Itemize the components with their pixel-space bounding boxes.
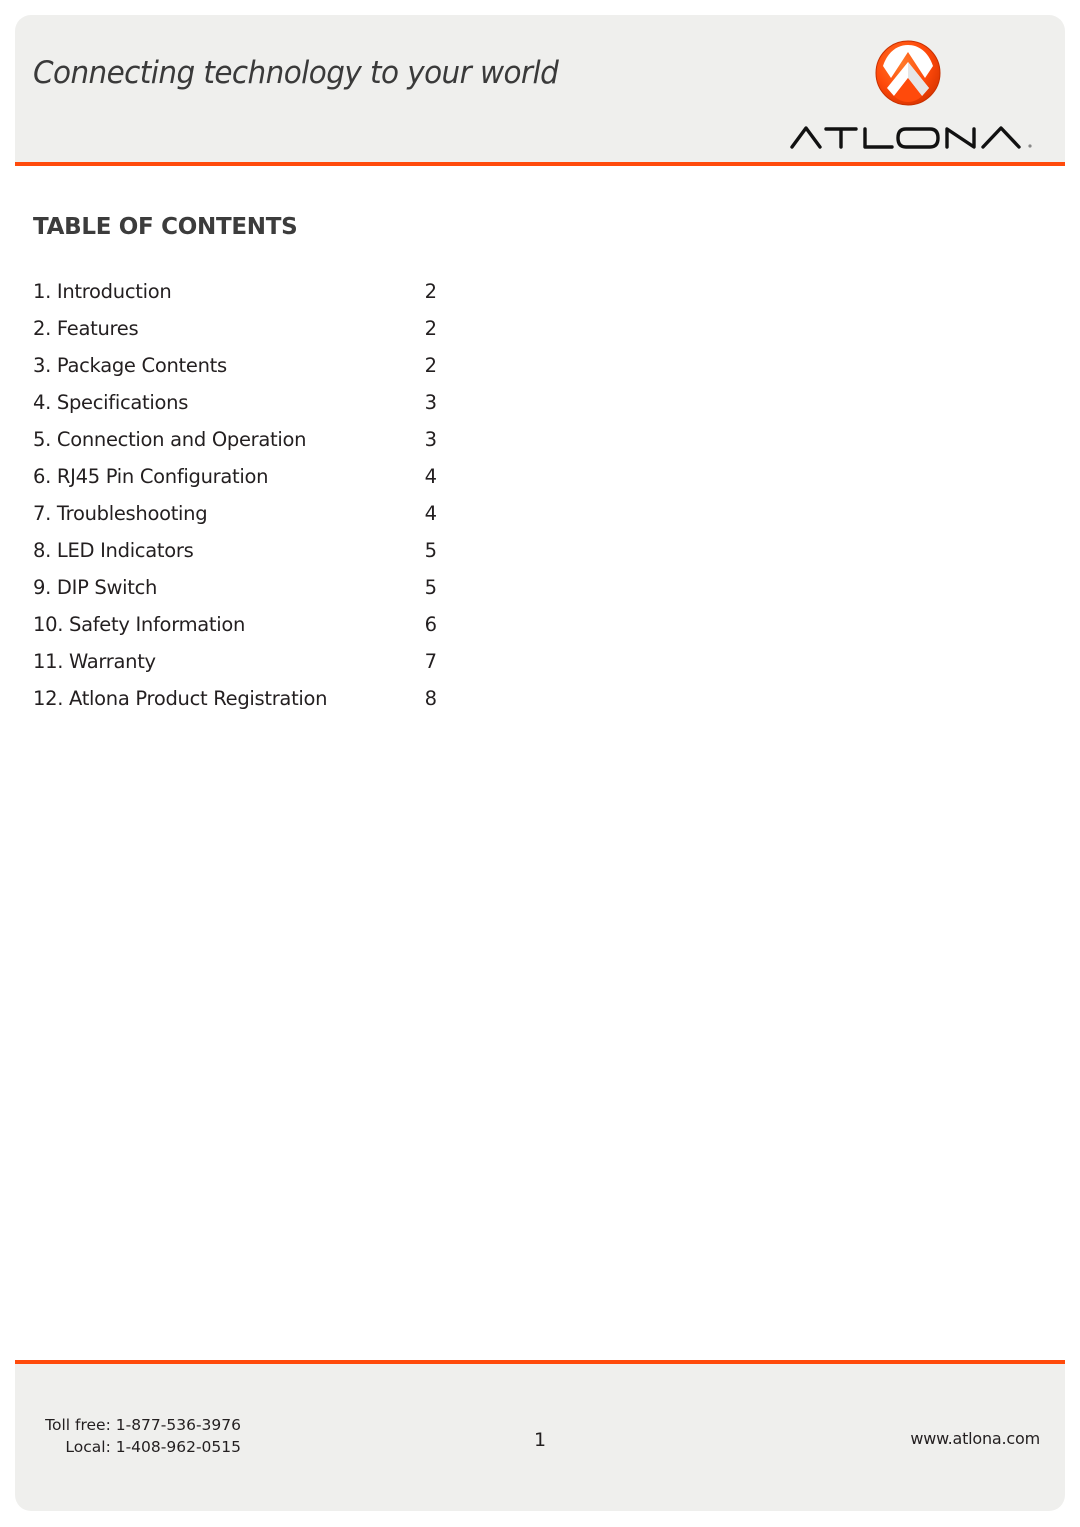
toc-entry-introduction[interactable]: 1. Introduction 2 (33, 280, 443, 317)
tagline: Connecting technology to your world (33, 55, 559, 91)
atlona-chevron-logo-icon (875, 40, 941, 106)
toc-entry-label: 8. LED Indicators (33, 539, 194, 562)
toc-entry-page: 2 (424, 317, 437, 340)
toc-entry-atlona-product-registration[interactable]: 12. Atlona Product Registration 8 (33, 687, 443, 724)
toc-list: 1. Introduction 2 2. Features 2 3. Packa… (33, 280, 443, 724)
contact-info: Toll free: 1-877-536-3976 Local: 1-408-9… (45, 1414, 241, 1458)
toc-entry-package-contents[interactable]: 3. Package Contents 2 (33, 354, 443, 391)
toc-entry-label: 1. Introduction (33, 280, 172, 303)
toc-entry-page: 7 (424, 650, 437, 673)
local-phone: Local: 1-408-962-0515 (65, 1438, 241, 1456)
wordmark-letter-a2 (981, 126, 1021, 149)
toc-entry-label: 2. Features (33, 317, 139, 340)
toc-entry-led-indicators[interactable]: 8. LED Indicators 5 (33, 539, 443, 576)
toc-entry-warranty[interactable]: 11. Warranty 7 (33, 650, 443, 687)
toc-entry-page: 3 (424, 391, 437, 414)
toc-entry-label: 12. Atlona Product Registration (33, 687, 328, 710)
toc-entry-dip-switch[interactable]: 9. DIP Switch 5 (33, 576, 443, 613)
wordmark-letter-l (863, 127, 894, 149)
toc-entry-label: 11. Warranty (33, 650, 156, 673)
toc-entry-specifications[interactable]: 4. Specifications 3 (33, 391, 443, 428)
toc-entry-page: 6 (424, 613, 437, 636)
toc-entry-page: 5 (424, 539, 437, 562)
toc-entry-safety-information[interactable]: 10. Safety Information 6 (33, 613, 443, 650)
website-link[interactable]: www.atlona.com (910, 1429, 1040, 1448)
toc-entry-label: 5. Connection and Operation (33, 428, 307, 451)
wordmark-letter-t (824, 127, 858, 149)
toc-entry-label: 9. DIP Switch (33, 576, 158, 599)
wordmark-letter-a (790, 126, 822, 149)
toc-entry-page: 2 (424, 354, 437, 377)
toc-entry-label: 7. Troubleshooting (33, 502, 208, 525)
toc-entry-label: 3. Package Contents (33, 354, 227, 377)
wordmark-dot (1028, 144, 1032, 148)
toc-title: TABLE OF CONTENTS (33, 214, 298, 240)
wordmark-letter-o (896, 127, 940, 149)
atlona-wordmark (790, 126, 1032, 149)
wordmark-letter-n (945, 127, 976, 149)
toc-entry-label: 6. RJ45 Pin Configuration (33, 465, 269, 488)
toc-entry-connection-and-operation[interactable]: 5. Connection and Operation 3 (33, 428, 443, 465)
toc-entry-page: 8 (424, 687, 437, 710)
toc-entry-page: 3 (424, 428, 437, 451)
header-divider (15, 162, 1065, 166)
toc-entry-page: 4 (424, 465, 437, 488)
toc-entry-page: 4 (424, 502, 437, 525)
toc-entry-label: 10. Safety Information (33, 613, 246, 636)
toc-entry-label: 4. Specifications (33, 391, 189, 414)
toll-free-phone: Toll free: 1-877-536-3976 (45, 1416, 241, 1434)
toc-entry-page: 5 (424, 576, 437, 599)
page-number: 1 (534, 1429, 547, 1451)
toc-entry-page: 2 (424, 280, 437, 303)
toc-entry-rj45-pin-configuration[interactable]: 6. RJ45 Pin Configuration 4 (33, 465, 443, 502)
toc-entry-features[interactable]: 2. Features 2 (33, 317, 443, 354)
toc-entry-troubleshooting[interactable]: 7. Troubleshooting 4 (33, 502, 443, 539)
